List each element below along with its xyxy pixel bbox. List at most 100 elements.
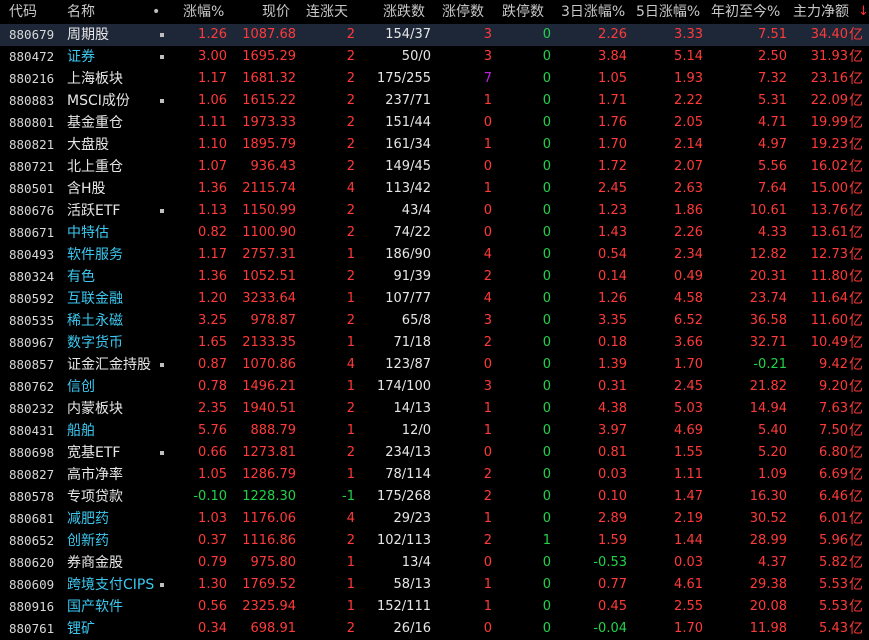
current-price: 1695.29 (242, 49, 296, 64)
three-day-pct: 2.89 (598, 511, 627, 526)
five-day-pct: 2.55 (674, 599, 703, 614)
table-row[interactable]: 880721 北上重仓 1.07 936.43 2 149/45 0 0 1.72 2.07 5.5… (0, 156, 869, 178)
up-streak-days: 1 (346, 467, 355, 482)
limit-up-count: 4 (483, 247, 492, 262)
change-pct: 0.34 (198, 621, 227, 636)
col-header-price[interactable]: 现价 (262, 0, 290, 24)
table-row[interactable]: 880652 创新药 0.37 1116.86 2 102/113 2 1 1.59 1.44 28… (0, 530, 869, 552)
table-row[interactable]: 880324 有色 1.36 1052.51 2 91/39 2 0 0.14 0.49 20.31… (0, 266, 869, 288)
three-day-pct: 0.45 (598, 599, 627, 614)
change-pct: 3.25 (198, 313, 227, 328)
limit-down-count: 0 (542, 599, 551, 614)
table-row[interactable]: 880883 MSCI成份 1.06 1615.22 2 237/71 1 0 1.71 2.22… (0, 90, 869, 112)
dot-marker-icon (160, 363, 164, 367)
col-header-code[interactable]: 代码 (9, 0, 37, 24)
three-day-pct: 3.84 (598, 49, 627, 64)
sector-name: 大盘股 (67, 137, 109, 153)
unit-label: 亿 (849, 291, 863, 307)
sector-code: 880801 (9, 115, 55, 130)
sector-code: 880493 (9, 247, 55, 262)
table-row[interactable]: 880761 锂矿 0.34 698.91 2 26/16 0 0 -0.04 1.70 11.98… (0, 618, 869, 640)
table-row[interactable]: 880801 基金重仓 1.11 1973.33 2 151/44 0 0 1.76 2.05 4.… (0, 112, 869, 134)
table-row[interactable]: 880698 宽基ETF 0.66 1273.81 2 234/13 0 0 0.81 1.55 5… (0, 442, 869, 464)
sector-code: 880761 (9, 621, 55, 636)
change-pct: 2.35 (198, 401, 227, 416)
sector-code: 880679 (9, 27, 55, 42)
five-day-pct: 0.49 (674, 269, 703, 284)
table-row[interactable]: 880681 减肥药 1.03 1176.06 4 29/23 1 0 2.89 2.19 30.5… (0, 508, 869, 530)
table-row[interactable]: 880609 跨境支付CIPS 1.30 1769.52 1 58/13 1 0 0.77 4.6… (0, 574, 869, 596)
table-row[interactable]: 880676 活跃ETF 1.13 1150.99 2 43/4 0 0 1.23 1.86 10.… (0, 200, 869, 222)
unit-label: 亿 (849, 555, 863, 571)
table-row[interactable]: 880620 券商金股 0.79 975.80 1 13/4 0 0 -0.53 0.03 4.37… (0, 552, 869, 574)
main-net-amount: 19.23 (810, 137, 848, 152)
dot-marker-icon (160, 99, 164, 103)
current-price: 1100.90 (242, 225, 296, 240)
change-pct: 1.30 (198, 577, 227, 592)
three-day-pct: 0.03 (598, 467, 627, 482)
table-row[interactable]: 880671 中特估 0.82 1100.90 2 74/22 0 0 1.43 2.26 4.33… (0, 222, 869, 244)
table-row[interactable]: 880762 信创 0.78 1496.21 1 174/100 3 0 0.31 2.45 21.… (0, 376, 869, 398)
main-net-amount: 11.60 (810, 313, 848, 328)
sector-name: 船舶 (67, 423, 95, 439)
change-pct: 0.37 (198, 533, 227, 548)
table-row[interactable]: 880827 高市净率 1.05 1286.79 1 78/114 2 0 0.03 1.11 1.… (0, 464, 869, 486)
change-pct: 0.56 (198, 599, 227, 614)
col-header-name[interactable]: 名称 (67, 0, 95, 24)
up-streak-days: 1 (346, 423, 355, 438)
sort-descending-arrow-icon[interactable]: ↓ (858, 0, 869, 24)
col-header-streak[interactable]: 连涨天 (306, 0, 348, 24)
up-down-count: 234/13 (385, 445, 431, 460)
five-day-pct: 2.05 (674, 115, 703, 130)
limit-down-count: 0 (542, 159, 551, 174)
col-header-5day-pct[interactable]: 5日涨幅% (636, 0, 700, 24)
table-row[interactable]: 880967 数字货币 1.65 2133.35 1 71/18 2 0 0.18 3.66 32.… (0, 332, 869, 354)
table-row[interactable]: 880501 含H股 1.36 2115.74 4 113/42 1 0 2.45 2.63 7.6… (0, 178, 869, 200)
sector-name: 券商金股 (67, 555, 123, 571)
table-row[interactable]: 880821 大盘股 1.10 1895.79 2 161/34 1 0 1.70 2.14 4.9… (0, 134, 869, 156)
table-row[interactable]: 880916 国产软件 0.56 2325.94 1 152/111 1 0 0.45 2.55 2… (0, 596, 869, 618)
unit-label: 亿 (849, 181, 863, 197)
col-header-marker[interactable]: • (152, 0, 160, 24)
limit-up-count: 2 (483, 269, 492, 284)
up-streak-days: 2 (346, 159, 355, 174)
current-price: 1116.86 (242, 533, 296, 548)
up-streak-days: 2 (346, 225, 355, 240)
sector-code: 880578 (9, 489, 55, 504)
up-down-count: 50/0 (401, 49, 431, 64)
table-row[interactable]: 880679 周期股 1.26 1087.68 2 154/37 3 0 2.26 3.33 7.5… (0, 24, 869, 46)
table-row[interactable]: 880216 上海板块 1.17 1681.32 2 175/255 7 0 1.05 1.93 7… (0, 68, 869, 90)
limit-down-count: 0 (542, 379, 551, 394)
limit-up-count: 2 (483, 467, 492, 482)
col-header-3day-pct[interactable]: 3日涨幅% (561, 0, 625, 24)
col-header-ytd-pct[interactable]: 年初至今% (711, 0, 780, 24)
limit-down-count: 0 (542, 225, 551, 240)
col-header-limit-up[interactable]: 涨停数 (442, 0, 484, 24)
sector-name: 证券 (67, 49, 95, 65)
col-header-main-net[interactable]: 主力净额 (793, 0, 849, 24)
table-row[interactable]: 880857 证金汇金持股 0.87 1070.86 4 123/87 0 0 1.39 1.70… (0, 354, 869, 376)
three-day-pct: 1.70 (598, 137, 627, 152)
sector-name: 含H股 (67, 181, 106, 197)
table-row[interactable]: 880535 稀土永磁 3.25 978.87 2 65/8 3 0 3.35 6.52 36.58… (0, 310, 869, 332)
limit-down-count: 0 (542, 115, 551, 130)
three-day-pct: 1.23 (598, 203, 627, 218)
table-row[interactable]: 880578 专项贷款 -0.10 1228.30 -1 175/268 2 0 0.10 1.4… (0, 486, 869, 508)
change-pct: 1.20 (198, 291, 227, 306)
change-pct: 5.76 (198, 423, 227, 438)
three-day-pct: 1.39 (598, 357, 627, 372)
col-header-up-down[interactable]: 涨跌数 (383, 0, 425, 24)
main-net-amount: 5.53 (819, 599, 848, 614)
table-row[interactable]: 880232 内蒙板块 2.35 1940.51 2 14/13 1 0 4.38 5.03 14.… (0, 398, 869, 420)
up-streak-days: 2 (346, 93, 355, 108)
col-header-limit-down[interactable]: 跌停数 (502, 0, 544, 24)
table-row[interactable]: 880493 软件服务 1.17 2757.31 1 186/90 4 0 0.54 2.34 12… (0, 244, 869, 266)
col-header-change-pct[interactable]: 涨幅% (183, 0, 224, 24)
table-row[interactable]: 880592 互联金融 1.20 3233.64 1 107/77 4 0 1.26 4.58 23… (0, 288, 869, 310)
ytd-pct: 11.98 (749, 621, 787, 636)
table-row[interactable]: 880472 证券 3.00 1695.29 2 50/0 3 0 3.84 5.14 2.50 31… (0, 46, 869, 68)
table-row[interactable]: 880431 船舶 5.76 888.79 1 12/0 1 0 3.97 4.69 5.40 7.5… (0, 420, 869, 442)
sector-code: 880620 (9, 555, 55, 570)
ytd-pct: 7.64 (758, 181, 787, 196)
five-day-pct: 1.70 (674, 621, 703, 636)
